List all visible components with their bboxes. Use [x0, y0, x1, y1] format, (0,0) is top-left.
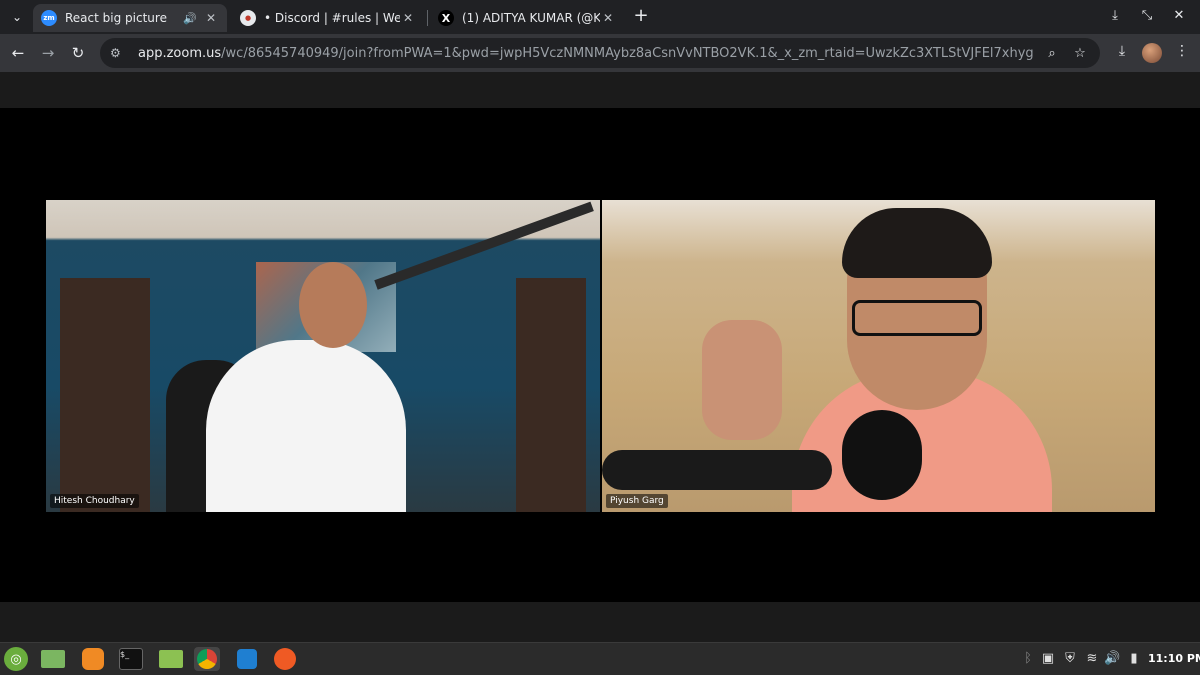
- url-text[interactable]: app.zoom.us/wc/86545740949/join?fromPWA=…: [138, 46, 1034, 61]
- browser-chrome: ⌄ zm React big picture 🔊 ✕ ● • Discord |…: [0, 0, 1200, 72]
- meeting-top-bar: [0, 72, 1200, 108]
- chrome-icon[interactable]: [194, 647, 220, 671]
- os-taskbar: ◎ $_ ᛒ ▣ ⛨ ≋ 🔊 ▮ 11:10 PM: [0, 642, 1200, 675]
- browser-toolbar: ← → ↻ ⚙ app.zoom.us/wc/86545740949/join?…: [0, 34, 1200, 72]
- bookshelf-right: [516, 278, 586, 512]
- back-arrow-icon[interactable]: ←: [8, 43, 28, 63]
- tab-discord[interactable]: ● • Discord | #rules | Web Dev ✕: [232, 4, 424, 32]
- bookshelf-left: [60, 278, 150, 512]
- participant-hair: [842, 208, 992, 278]
- restore-icon[interactable]: ⤡: [1138, 8, 1156, 23]
- bookmark-star-icon[interactable]: ☆: [1070, 46, 1090, 61]
- volume-icon[interactable]: 🔊: [1104, 651, 1120, 666]
- terminal-icon[interactable]: $_: [118, 647, 144, 671]
- tab-separator: [427, 10, 428, 26]
- download-icon[interactable]: ⤓: [1112, 43, 1132, 59]
- microphone-head: [842, 410, 922, 500]
- tab-close-icon[interactable]: ✕: [600, 11, 616, 25]
- profile-avatar[interactable]: [1142, 43, 1162, 63]
- mint-menu-icon[interactable]: ◎: [4, 647, 28, 671]
- kebab-menu-icon[interactable]: ⋮: [1172, 43, 1192, 59]
- meeting-bottom-bar: [0, 602, 1200, 642]
- video-tile-participant-2[interactable]: Piyush Garg: [602, 200, 1155, 512]
- vscode-icon[interactable]: [234, 647, 260, 671]
- tab-title: (1) ADITYA KUMAR (@Kuma: [462, 11, 600, 25]
- wifi-icon[interactable]: ≋: [1084, 651, 1100, 666]
- tab-close-icon[interactable]: ✕: [203, 11, 219, 25]
- microphone: [602, 450, 832, 490]
- reload-icon[interactable]: ↻: [68, 43, 88, 63]
- firefox-icon[interactable]: [80, 647, 106, 671]
- tab-close-icon[interactable]: ✕: [400, 11, 416, 25]
- thumbs-up-hand: [702, 320, 782, 440]
- video-tile-participant-1[interactable]: Hitesh Choudhary: [46, 200, 600, 512]
- clock[interactable]: 11:10 PM: [1148, 652, 1200, 665]
- discord-favicon-icon: ●: [240, 10, 256, 26]
- tab-strip: ⌄ zm React big picture 🔊 ✕ ● • Discord |…: [0, 0, 1200, 34]
- zoom-favicon-icon: zm: [41, 10, 57, 26]
- site-info-icon[interactable]: ⚙: [110, 46, 128, 60]
- files-app-icon[interactable]: [40, 647, 66, 671]
- tab-title: React big picture: [65, 11, 167, 25]
- mic-arm: [374, 201, 594, 290]
- x-favicon-icon: X: [438, 10, 454, 26]
- glasses: [852, 300, 982, 336]
- tab-title: • Discord | #rules | Web Dev: [264, 11, 400, 25]
- tab-search-chevron-icon[interactable]: ⌄: [6, 6, 28, 28]
- folder-icon[interactable]: [158, 647, 184, 671]
- bluetooth-icon[interactable]: ᛒ: [1020, 651, 1036, 666]
- battery-icon[interactable]: ▮: [1126, 651, 1142, 666]
- update-manager-icon[interactable]: ▣: [1040, 651, 1056, 666]
- participant-name-label: Piyush Garg: [606, 494, 668, 508]
- zoom-magnifier-icon[interactable]: ⌕: [1042, 46, 1062, 61]
- tab-x-aditya-kumar[interactable]: X (1) ADITYA KUMAR (@Kuma ✕: [430, 4, 624, 32]
- shield-icon[interactable]: ⛨: [1062, 651, 1078, 666]
- audio-playing-icon[interactable]: 🔊: [183, 12, 197, 25]
- tab-react-big-picture[interactable]: zm React big picture 🔊 ✕: [33, 4, 227, 32]
- address-bar[interactable]: ⚙ app.zoom.us/wc/86545740949/join?fromPW…: [100, 38, 1100, 68]
- participant-body: [206, 340, 406, 512]
- brave-icon[interactable]: [272, 647, 298, 671]
- new-tab-plus-icon[interactable]: +: [630, 6, 652, 28]
- participant-face: [299, 262, 367, 348]
- forward-arrow-icon[interactable]: →: [38, 43, 58, 63]
- minimize-icon[interactable]: ⤓: [1106, 8, 1124, 23]
- close-window-icon[interactable]: ✕: [1170, 8, 1188, 23]
- participant-name-label: Hitesh Choudhary: [50, 494, 139, 508]
